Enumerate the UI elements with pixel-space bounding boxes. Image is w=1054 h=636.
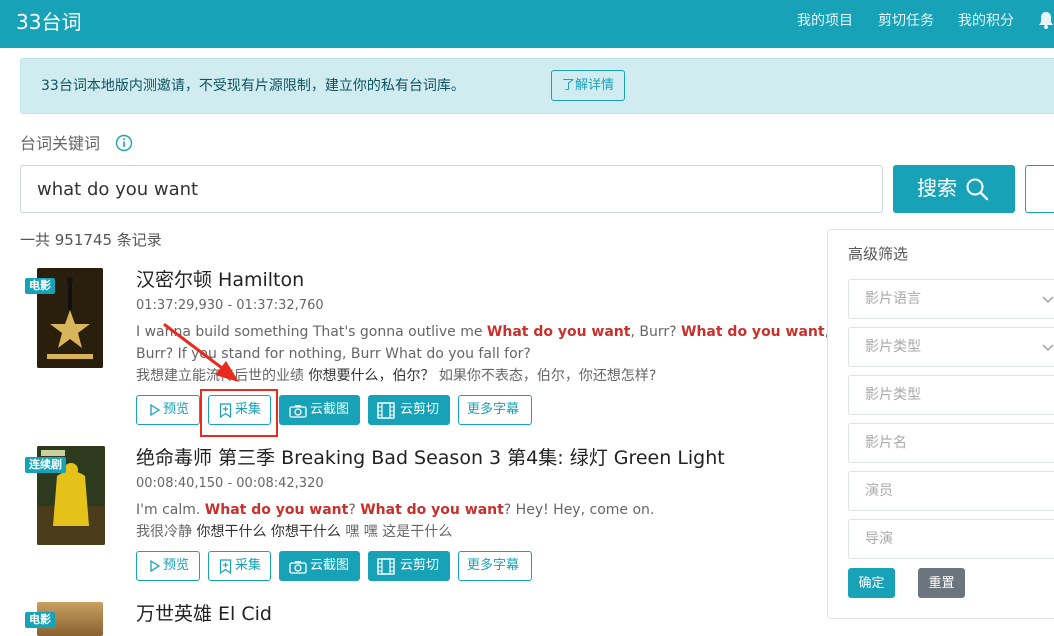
- result-timecode: 01:37:29,930 - 01:37:32,760: [136, 298, 324, 313]
- cloud-screenshot-button[interactable]: 云截图: [279, 395, 360, 425]
- record-count: 一共 951745 条记录: [20, 231, 162, 249]
- cn-text: 如果你不表态，伯尔，你还想怎样?: [434, 368, 657, 384]
- secondary-search-button[interactable]: [1025, 165, 1054, 213]
- en-text: ?: [348, 502, 361, 518]
- more-subtitles-button[interactable]: 更多字幕: [458, 395, 532, 425]
- brand-logo[interactable]: 33台词: [16, 8, 81, 36]
- preview-button[interactable]: 预览: [136, 395, 200, 425]
- learn-more-button[interactable]: 了解详情: [551, 70, 625, 101]
- badge-movie: 电影: [25, 612, 55, 628]
- nav-my-points[interactable]: 我的积分: [958, 12, 1014, 30]
- filter-language-select[interactable]: 影片语言: [848, 279, 1054, 319]
- cn-highlight: 你想要什么，伯尔？: [308, 368, 435, 384]
- info-icon[interactable]: [115, 134, 133, 152]
- nav-my-projects[interactable]: 我的项目: [797, 12, 853, 30]
- en-highlight: What do you want: [681, 324, 825, 340]
- badge-series: 连续剧: [25, 457, 66, 473]
- top-navbar: 33台词 我的项目 剪切任务 我的积分: [0, 0, 1054, 48]
- alert-text: 33台词本地版内测邀请，不受现有片源限制，建立你的私有台词库。: [41, 78, 465, 94]
- en-highlight: What do you want: [360, 502, 504, 518]
- filter-title-input[interactable]: 影片名: [848, 423, 1054, 463]
- en-text: , Burr?: [630, 324, 681, 340]
- chevron-down-icon: [1042, 296, 1054, 303]
- search-input[interactable]: [20, 165, 883, 213]
- bell-icon[interactable]: [1036, 10, 1054, 30]
- bookmark-add-icon: [219, 559, 232, 574]
- keyword-label: 台词关键词: [20, 134, 101, 153]
- result-en-line: I wanna build something That's gonna out…: [136, 322, 829, 342]
- filter-genre-select[interactable]: 影片类型: [848, 327, 1054, 367]
- annotation-highlight-box: [200, 389, 278, 437]
- cloud-cut-button[interactable]: 云剪切: [368, 395, 450, 425]
- chevron-down-icon: [1042, 344, 1054, 351]
- play-icon: [150, 403, 161, 417]
- more-subtitles-button[interactable]: 更多字幕: [458, 551, 532, 581]
- nav-cut-tasks[interactable]: 剪切任务: [878, 12, 934, 30]
- filter-actor-input[interactable]: 演员: [848, 471, 1054, 511]
- film-icon: [377, 558, 395, 575]
- result-cn-line: 我很冷静 你想干什么 你想干什么 嘿 嘿 这是干什么: [136, 522, 452, 542]
- camera-icon: [289, 561, 307, 574]
- filter-reset-button[interactable]: 重置: [918, 568, 965, 598]
- search-button[interactable]: 搜索: [893, 165, 1015, 213]
- result-en-line-2: Burr? If you stand for nothing, Burr Wha…: [136, 346, 531, 362]
- invite-alert: 33台词本地版内测邀请，不受现有片源限制，建立你的私有台词库。 了解详情: [20, 58, 1054, 114]
- en-highlight: What do you want: [486, 324, 631, 340]
- filter-type-input[interactable]: 影片类型: [848, 375, 1054, 415]
- search-button-label: 搜索: [917, 178, 957, 200]
- en-highlight: What do you want: [204, 502, 349, 518]
- badge-movie: 电影: [25, 278, 55, 294]
- result-title[interactable]: 绝命毒师 第三季 Breaking Bad Season 3 第4集: 绿灯 G…: [136, 446, 725, 470]
- film-icon: [377, 402, 395, 419]
- result-title[interactable]: 汉密尔顿 Hamilton: [136, 268, 304, 292]
- result-title[interactable]: 万世英雄 El Cid: [136, 602, 272, 626]
- en-text: I'm calm.: [136, 502, 205, 518]
- filter-title: 高级筛选: [848, 245, 909, 263]
- en-text: ? Hey! Hey, come on.: [503, 502, 655, 518]
- result-en-line: I'm calm. What do you want? What do you …: [136, 500, 654, 520]
- preview-button[interactable]: 预览: [136, 551, 200, 581]
- advanced-filter-panel: 高级筛选 影片语言 影片类型 影片类型 影片名 演员 导演 确定 重置: [827, 229, 1054, 619]
- cn-text: 嘿 嘿 这是干什么: [340, 524, 453, 540]
- result-timecode: 00:08:40,150 - 00:08:42,320: [136, 476, 324, 491]
- cloud-screenshot-button[interactable]: 云截图: [279, 551, 360, 581]
- cn-highlight: 你想干什么 你想干什么: [196, 524, 341, 540]
- en-text: I wanna build something That's gonna out…: [136, 324, 487, 340]
- cn-text: 我很冷静: [136, 524, 197, 540]
- filter-director-input[interactable]: 导演: [848, 519, 1054, 559]
- search-icon: [966, 178, 989, 201]
- collect-button[interactable]: 采集: [208, 551, 271, 581]
- camera-icon: [289, 405, 307, 418]
- filter-confirm-button[interactable]: 确定: [848, 568, 895, 598]
- cloud-cut-button[interactable]: 云剪切: [368, 551, 450, 581]
- cn-text: 我想建立能流传后世的业绩: [136, 368, 309, 384]
- result-cn-line: 我想建立能流传后世的业绩 你想要什么，伯尔？ 如果你不表态，伯尔，你还想怎样?: [136, 366, 656, 386]
- play-icon: [150, 559, 161, 573]
